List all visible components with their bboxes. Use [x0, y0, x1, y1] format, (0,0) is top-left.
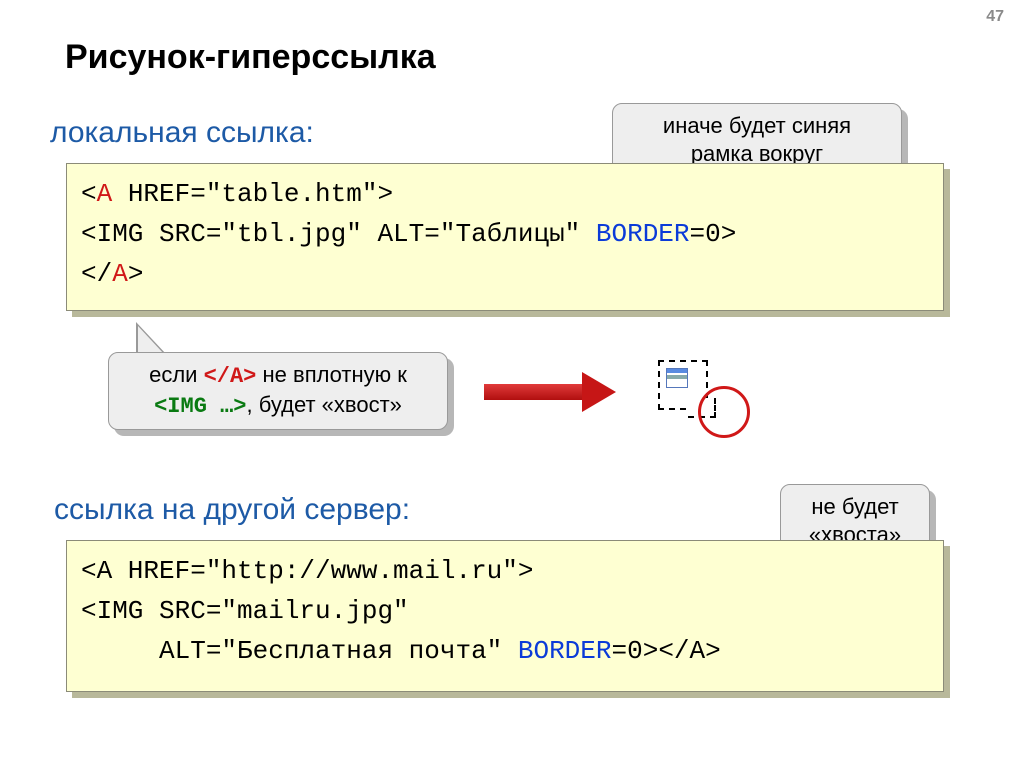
code-text: =0> [690, 219, 737, 249]
section-remote-link: ссылка на другой сервер: [54, 493, 410, 527]
callout-text: , будет «хвост» [247, 392, 402, 417]
arrow-stem [484, 384, 584, 400]
code-line: <A HREF="http://www.mail.ru"> [81, 551, 929, 591]
code-line: <IMG SRC="tbl.jpg" ALT="Таблицы" BORDER=… [81, 214, 929, 254]
code-line: </A> [81, 254, 929, 294]
code-text: HREF="table.htm"> [112, 179, 393, 209]
code-text: =0> [612, 636, 659, 666]
code-line: <IMG SRC="mailru.jpg" [81, 591, 929, 631]
tail-example-illustration [654, 356, 764, 446]
code-inline: </A> [204, 364, 257, 389]
code-attr-border: BORDER [518, 636, 612, 666]
code-line: ALT="Бесплатная почта" BORDER=0></A> [81, 631, 929, 671]
broken-image-icon [666, 368, 688, 388]
arrow-icon [484, 374, 624, 410]
code-block-local: <A HREF="table.htm"> <IMG SRC="tbl.jpg" … [66, 163, 944, 311]
code-text: <IMG SRC="tbl.jpg" ALT="Таблицы" [81, 219, 596, 249]
code-text: ALT="Бесплатная почта" [81, 636, 518, 666]
code-text: > [128, 259, 144, 289]
callout-text: не будет [811, 494, 898, 519]
code-line: <A HREF="table.htm"> [81, 174, 929, 214]
callout-text: если [149, 362, 203, 387]
code-tag-a-close: A [112, 259, 128, 289]
highlight-circle-icon [698, 386, 750, 438]
arrow-head [582, 372, 616, 412]
code-inline: <IMG …> [154, 394, 246, 419]
page-number: 47 [986, 8, 1004, 26]
callout-tail [138, 326, 164, 354]
code-text: < [81, 179, 97, 209]
callout-text: иначе будет синяя [663, 113, 851, 138]
callout-tail-note: если </A> не вплотную к <IMG …>, будет «… [108, 352, 448, 430]
code-text: </ [81, 259, 112, 289]
page-title: Рисунок-гиперссылка [65, 38, 436, 77]
code-block-remote: <A HREF="http://www.mail.ru"> <IMG SRC="… [66, 540, 944, 692]
section-local-link: локальная ссылка: [50, 116, 314, 150]
callout-text: не вплотную к [256, 362, 407, 387]
code-attr-border: BORDER [596, 219, 690, 249]
code-text: </A> [658, 636, 720, 666]
code-tag-a: A [97, 179, 113, 209]
